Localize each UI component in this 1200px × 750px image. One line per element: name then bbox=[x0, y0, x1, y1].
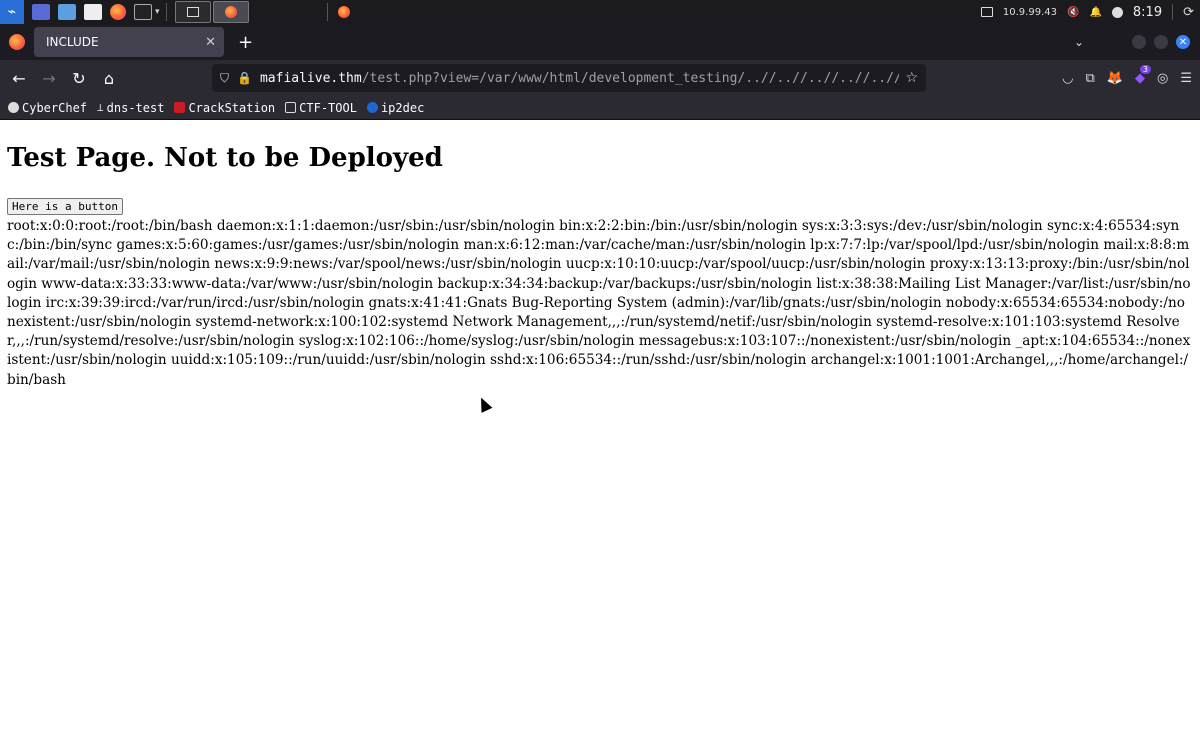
file-manager-icon[interactable] bbox=[58, 4, 76, 20]
foxyproxy-icon[interactable]: 🦊 bbox=[1107, 71, 1123, 86]
firefox-icon bbox=[224, 6, 237, 18]
back-button[interactable]: ← bbox=[4, 64, 34, 92]
minimize-button[interactable] bbox=[1132, 35, 1146, 49]
tab-include[interactable]: INCLUDE ✕ bbox=[34, 27, 224, 57]
firefox-view-icon[interactable] bbox=[9, 34, 25, 50]
nav-bar: ← → ↻ ⌂ ⛉ 🔒 mafialive.thm/test.php?view=… bbox=[0, 60, 1200, 96]
url-path: /test.php?view=/var/www/html/development… bbox=[361, 70, 900, 86]
shield-icon[interactable]: ⛉ bbox=[220, 71, 229, 86]
vpn-ip: 10.9.99.43 bbox=[1002, 6, 1057, 18]
extensions-icon[interactable]: ⧉ bbox=[1086, 71, 1095, 86]
new-tab-button[interactable]: + bbox=[238, 32, 253, 53]
chevron-down-icon[interactable]: ▾ bbox=[155, 7, 160, 17]
terminal-icon bbox=[186, 7, 199, 17]
tab-list-chevron-icon[interactable]: ⌄ bbox=[1074, 35, 1084, 49]
extension-badge-icon[interactable]: ◆ 3 bbox=[1135, 64, 1151, 86]
ip2dec-icon bbox=[366, 102, 378, 113]
bookmark-ip2dec[interactable]: ip2dec bbox=[366, 101, 424, 115]
taskbar-terminal-window[interactable] bbox=[174, 1, 211, 23]
text-editor-icon[interactable] bbox=[84, 4, 102, 20]
close-window-button[interactable]: ✕ bbox=[1176, 35, 1190, 49]
tab-strip: INCLUDE ✕ + ⌄ ✕ bbox=[0, 24, 1200, 60]
cookie-icon[interactable]: ◎ bbox=[1157, 71, 1168, 86]
page-content: Test Page. Not to be Deployed Here is a … bbox=[0, 121, 1200, 750]
desktop-icon[interactable] bbox=[32, 4, 50, 20]
bookmarks-bar: CyberChef ⊥ dns-test CrackStation CTF-TO… bbox=[0, 96, 1200, 120]
dns-icon: ⊥ bbox=[97, 101, 104, 114]
pocket-icon[interactable]: ◡ bbox=[1062, 71, 1073, 86]
logout-icon[interactable]: ⟳ bbox=[1183, 5, 1194, 20]
screen-icon[interactable] bbox=[980, 7, 993, 17]
here-is-a-button[interactable]: Here is a button bbox=[7, 198, 123, 215]
reload-button[interactable]: ↻ bbox=[64, 64, 94, 92]
bookmark-cyberchef[interactable]: CyberChef bbox=[8, 101, 87, 115]
app-menu-icon[interactable]: ⌁ bbox=[0, 0, 24, 24]
taskbar-firefox-window[interactable] bbox=[212, 1, 249, 23]
bell-icon[interactable]: 🔔 bbox=[1089, 7, 1101, 18]
lock-icon[interactable]: 🔒 bbox=[237, 71, 252, 85]
bookmark-star-icon[interactable]: ☆ bbox=[905, 70, 918, 86]
bookmark-crackstation[interactable]: CrackStation bbox=[174, 101, 275, 115]
maximize-button[interactable] bbox=[1154, 35, 1168, 49]
power-status-icon[interactable] bbox=[1111, 6, 1123, 18]
forward-button[interactable]: → bbox=[34, 64, 64, 92]
workspace-firefox-icon[interactable] bbox=[337, 6, 350, 18]
page-title: Test Page. Not to be Deployed bbox=[7, 143, 443, 173]
bookmark-ctf-tool[interactable]: CTF-TOOL bbox=[285, 101, 357, 115]
url-bar[interactable]: ⛉ 🔒 mafialive.thm/test.php?view=/var/www… bbox=[212, 64, 926, 92]
tab-title: INCLUDE bbox=[46, 35, 99, 49]
file-output: root:x:0:0:root:/root:/bin/bash daemon:x… bbox=[7, 218, 1191, 388]
chef-icon bbox=[8, 102, 19, 113]
mute-icon[interactable]: 🔇 bbox=[1067, 7, 1079, 18]
firefox-launcher-icon[interactable] bbox=[110, 4, 126, 20]
terminal-launcher-icon[interactable] bbox=[134, 4, 152, 20]
close-tab-icon[interactable]: ✕ bbox=[205, 35, 216, 50]
os-taskbar: ⌁ ▾ 10.9.99.43 🔇 🔔 8:19 ⟳ bbox=[0, 0, 1200, 24]
folder-icon bbox=[285, 102, 297, 113]
clock: 8:19 bbox=[1132, 4, 1163, 20]
bookmark-dns-test[interactable]: ⊥ dns-test bbox=[97, 101, 164, 115]
home-button[interactable]: ⌂ bbox=[94, 64, 124, 92]
url-text[interactable]: mafialive.thm/test.php?view=/var/www/htm… bbox=[260, 71, 899, 86]
crackstation-icon bbox=[174, 102, 186, 113]
url-host: mafialive.thm bbox=[259, 70, 362, 86]
menu-icon[interactable]: ☰ bbox=[1180, 71, 1192, 86]
